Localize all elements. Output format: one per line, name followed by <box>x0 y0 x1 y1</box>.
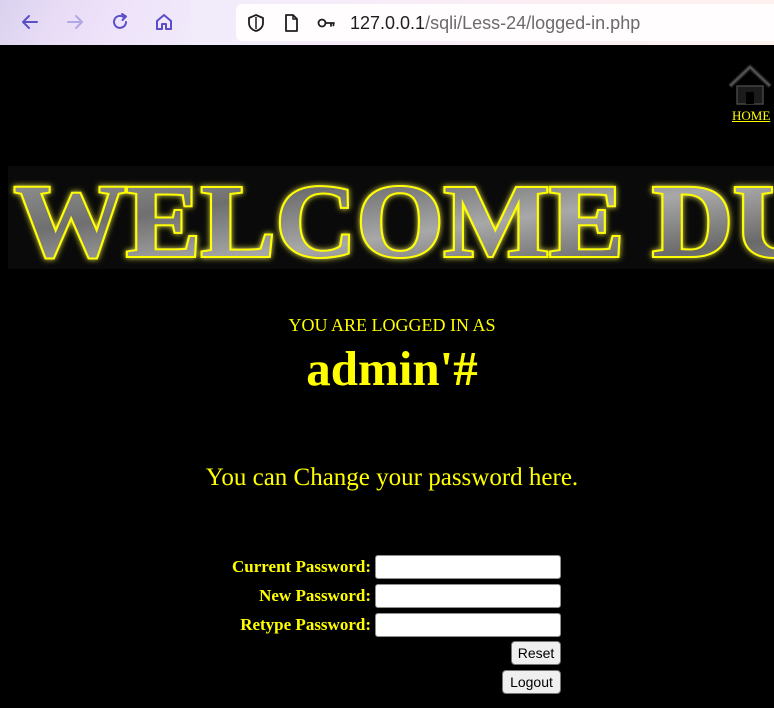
forward-arrow-icon <box>67 15 83 29</box>
url-text[interactable]: 127.0.0.1/sqli/Less-24/logged-in.php <box>350 13 640 34</box>
home-link[interactable]: HOME <box>722 58 774 128</box>
reset-button[interactable]: Reset <box>511 641 561 665</box>
current-password-input[interactable] <box>375 555 561 579</box>
reload-button[interactable] <box>106 8 134 36</box>
url-host: 127.0.0.1 <box>350 13 426 33</box>
welcome-banner: WELCOME DU <box>8 166 774 269</box>
reload-icon <box>113 13 127 29</box>
house-icon <box>728 64 772 105</box>
url-path: /sqli/Less-24/logged-in.php <box>425 13 641 33</box>
shield-icon[interactable] <box>246 13 266 33</box>
home-button[interactable] <box>150 8 178 36</box>
logged-in-label: YOU ARE LOGGED IN AS <box>288 315 496 335</box>
retype-password-label: Retype Password: <box>240 615 371 634</box>
logout-button[interactable]: Logout <box>502 670 561 694</box>
forward-button[interactable] <box>61 8 89 36</box>
url-bar[interactable]: 127.0.0.1/sqli/Less-24/logged-in.php <box>236 4 774 41</box>
banner-text: WELCOME DU <box>14 166 774 269</box>
current-password-label: Current Password: <box>232 557 371 576</box>
retype-password-input[interactable] <box>375 613 561 637</box>
page-icon[interactable] <box>281 13 301 33</box>
username: admin'# <box>306 341 478 396</box>
home-icon <box>156 14 172 30</box>
back-arrow-icon <box>22 15 38 29</box>
back-button[interactable] <box>16 8 44 36</box>
browser-toolbar: 127.0.0.1/sqli/Less-24/logged-in.php <box>0 0 774 45</box>
new-password-input[interactable] <box>375 584 561 608</box>
key-icon[interactable] <box>316 13 336 33</box>
new-password-label: New Password: <box>259 586 371 605</box>
home-link-label[interactable]: HOME <box>732 108 770 124</box>
change-password-message: You can Change your password here. <box>205 464 579 491</box>
